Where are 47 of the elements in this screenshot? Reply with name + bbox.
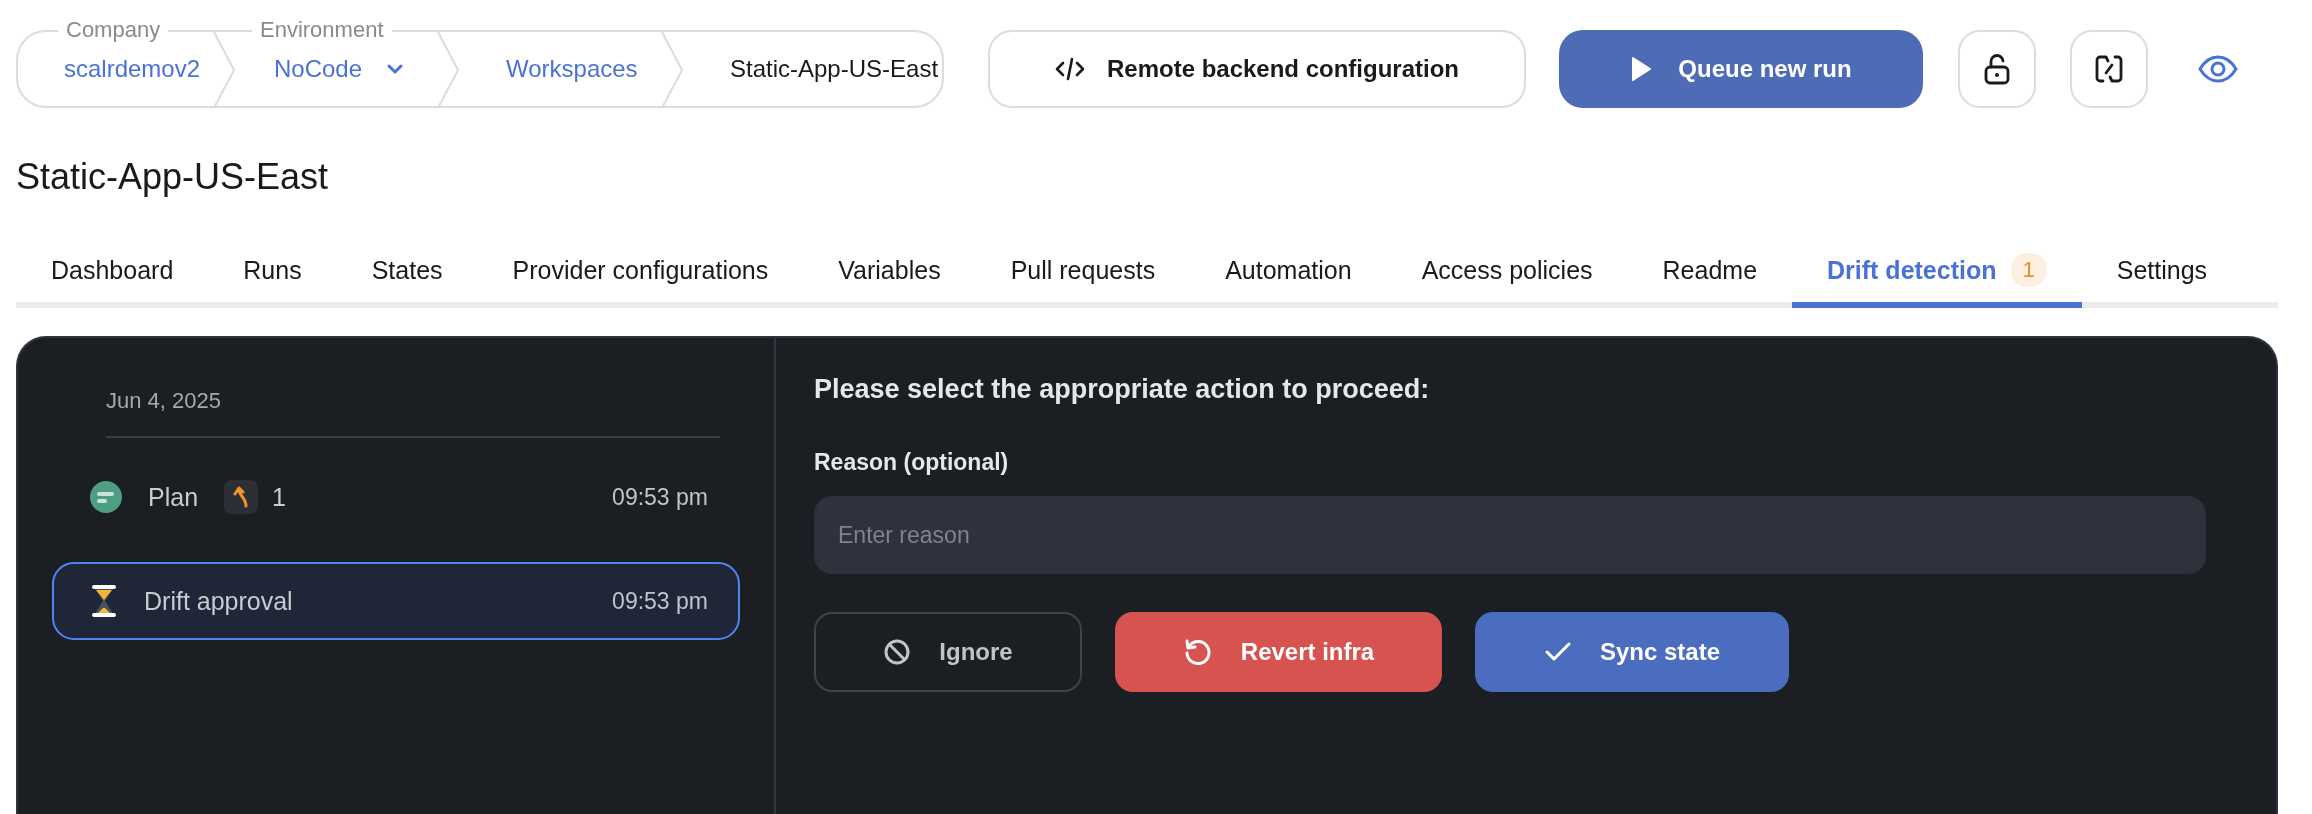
tab[interactable]: Provider configurations xyxy=(477,238,804,308)
current-page-name: Static-App-US-East xyxy=(730,55,939,83)
tab[interactable]: Dashboard xyxy=(16,238,209,308)
tab[interactable]: Readme xyxy=(1627,238,1793,308)
chain-link-icon xyxy=(2095,53,2123,85)
history-item[interactable]: Drift approval 09:53 pm xyxy=(52,562,740,640)
route-icon xyxy=(233,486,250,508)
page-title: Static-App-US-East xyxy=(16,156,329,198)
tab[interactable]: Runs xyxy=(208,238,337,308)
eye-icon xyxy=(2198,55,2238,83)
tab[interactable]: Settings xyxy=(2081,238,2243,308)
reason-input[interactable]: Enter reason xyxy=(814,496,2206,574)
breadcrumb-link[interactable]: scalrdemov2 xyxy=(64,55,201,83)
check-icon xyxy=(1543,641,1572,663)
play-icon xyxy=(1630,56,1653,82)
queue-run-button[interactable]: Queue new run xyxy=(1559,30,1923,108)
breadcrumb-link[interactable]: Workspaces xyxy=(506,55,638,83)
sync-button[interactable]: Sync state xyxy=(1475,612,1789,692)
tab[interactable]: Drift detection 1 xyxy=(1792,238,2082,308)
code-icon xyxy=(1054,56,1085,82)
count-badge: 1 xyxy=(2010,253,2047,287)
item-time: 09:53 pm xyxy=(612,483,708,511)
tab[interactable]: Variables xyxy=(803,238,976,308)
date-heading: Jun 4, 2025 xyxy=(106,388,720,438)
drift-count: 1 xyxy=(272,482,286,512)
unlock-button[interactable] xyxy=(1958,30,2036,108)
tab[interactable]: Pull requests xyxy=(975,238,1191,308)
item-label: Drift approval xyxy=(144,586,293,616)
unlock-icon xyxy=(1984,53,2010,85)
remote-backend-button[interactable]: Remote backend configuration xyxy=(988,30,1526,108)
history-item[interactable]: Plan 1 09:53 pm xyxy=(52,458,740,536)
tab[interactable]: States xyxy=(336,238,478,308)
link-button[interactable] xyxy=(2070,30,2148,108)
ignore-button[interactable]: Ignore xyxy=(814,612,1082,692)
reason-label: Reason (optional) xyxy=(814,449,1009,476)
hourglass-icon xyxy=(90,584,118,618)
chevron-down-icon xyxy=(386,63,405,75)
action-prompt: Please select the appropriate action to proceed: xyxy=(814,374,1430,405)
tab[interactable]: Access policies xyxy=(1386,238,1628,308)
plan-status-icon xyxy=(90,481,122,513)
environment-dropdown[interactable]: NoCode xyxy=(274,55,405,83)
item-label: Plan xyxy=(148,482,199,512)
ban-icon xyxy=(883,638,912,666)
revert-button[interactable]: Revert infra xyxy=(1115,612,1442,692)
item-time: 09:53 pm xyxy=(612,587,708,615)
tab[interactable]: Automation xyxy=(1190,238,1387,308)
watch-button[interactable] xyxy=(2198,55,2238,83)
